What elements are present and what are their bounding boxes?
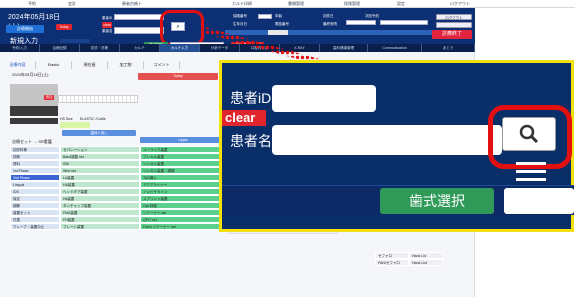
clear-button[interactable]: clear [222, 110, 266, 126]
patient-id-input[interactable] [272, 85, 376, 112]
zoom-callout: 患者iD clear 患者名 歯式選択 [219, 60, 574, 232]
search-button[interactable] [502, 117, 556, 151]
patient-name-label: 患者名 [230, 133, 272, 149]
list-icon[interactable] [516, 159, 546, 183]
dental-select-field[interactable] [504, 188, 574, 214]
dental-select-button[interactable]: 歯式選択 [380, 188, 494, 214]
patient-name-input[interactable] [272, 125, 502, 155]
search-icon [519, 124, 539, 144]
patient-id-label: 患者iD [230, 90, 272, 106]
